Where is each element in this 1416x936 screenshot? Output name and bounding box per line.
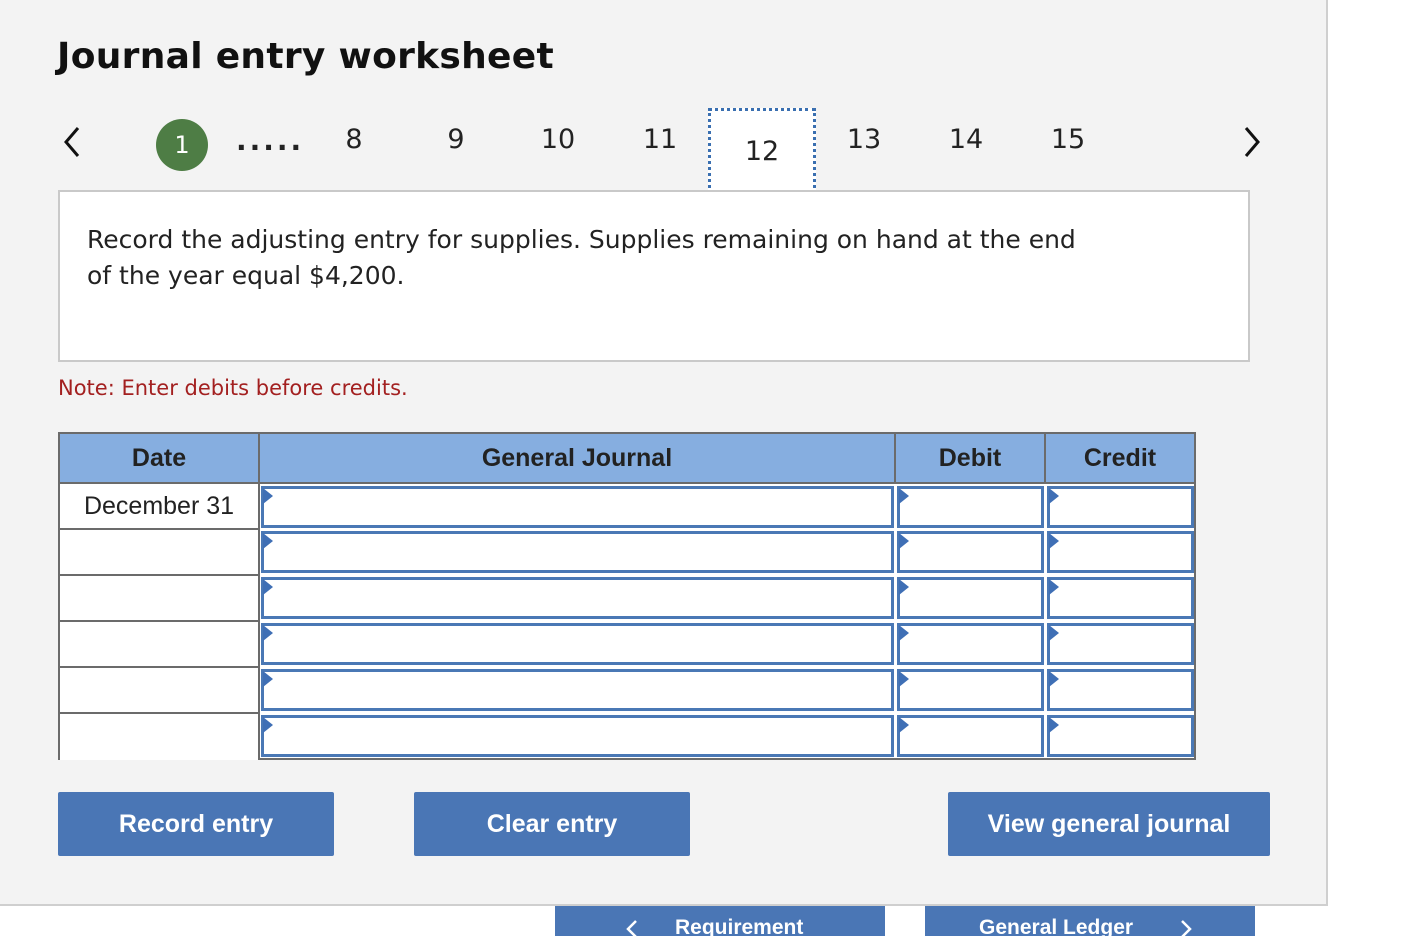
- step-10[interactable]: 10: [528, 124, 588, 155]
- dropdown-marker-icon: [1049, 533, 1059, 549]
- view-general-journal-button[interactable]: View general journal: [948, 792, 1270, 856]
- question-box: Record the adjusting entry for supplies.…: [58, 190, 1250, 362]
- dropdown-marker-icon: [263, 625, 273, 641]
- step-11[interactable]: 11: [630, 124, 690, 155]
- dropdown-marker-icon: [899, 717, 909, 733]
- clear-entry-button[interactable]: Clear entry: [414, 792, 690, 856]
- dropdown-marker-icon: [263, 488, 273, 504]
- debit-input-row3[interactable]: [897, 577, 1044, 619]
- dropdown-marker-icon: [1049, 717, 1059, 733]
- date-cell-row1[interactable]: December 31: [60, 484, 260, 530]
- date-cell-row5[interactable]: [60, 668, 260, 714]
- header-general-journal: General Journal: [260, 434, 896, 484]
- page-title: Journal entry worksheet: [57, 36, 554, 77]
- dropdown-marker-icon: [899, 488, 909, 504]
- step-8[interactable]: 8: [324, 124, 384, 155]
- general-ledger-label: General Ledger: [979, 916, 1134, 936]
- debit-input-row4[interactable]: [897, 623, 1044, 665]
- journal-table: Date General Journal Debit Credit Decemb…: [58, 432, 1196, 760]
- date-cell-row2[interactable]: [60, 530, 260, 576]
- credit-input-row4[interactable]: [1047, 623, 1194, 665]
- step-1-badge[interactable]: 1: [156, 119, 208, 171]
- credit-input-row2[interactable]: [1047, 531, 1194, 573]
- date-cell-row6[interactable]: [60, 714, 260, 760]
- dropdown-marker-icon: [899, 625, 909, 641]
- record-entry-button[interactable]: Record entry: [58, 792, 334, 856]
- credit-input-row1[interactable]: [1047, 486, 1194, 528]
- dropdown-marker-icon: [1049, 579, 1059, 595]
- question-text-line1: Record the adjusting entry for supplies.…: [87, 225, 1076, 254]
- account-input-row2[interactable]: [261, 531, 894, 573]
- date-cell-row4[interactable]: [60, 622, 260, 668]
- dropdown-marker-icon: [263, 717, 273, 733]
- dropdown-marker-icon: [1049, 671, 1059, 687]
- header-credit: Credit: [1046, 434, 1194, 484]
- dropdown-marker-icon: [1049, 625, 1059, 641]
- header-date: Date: [60, 434, 260, 484]
- prev-arrow-icon[interactable]: [56, 122, 92, 162]
- chevron-left-icon: [626, 920, 637, 936]
- debit-input-row5[interactable]: [897, 669, 1044, 711]
- date-cell-row3[interactable]: [60, 576, 260, 622]
- step-9[interactable]: 9: [426, 124, 486, 155]
- account-input-row4[interactable]: [261, 623, 894, 665]
- credit-input-row5[interactable]: [1047, 669, 1194, 711]
- dropdown-marker-icon: [899, 533, 909, 549]
- dropdown-marker-icon: [263, 671, 273, 687]
- general-ledger-nav-button[interactable]: General Ledger: [925, 906, 1255, 936]
- credit-input-row6[interactable]: [1047, 715, 1194, 757]
- chevron-right-icon: [1181, 920, 1192, 936]
- header-debit: Debit: [896, 434, 1046, 484]
- debit-input-row1[interactable]: [897, 486, 1044, 528]
- dropdown-marker-icon: [1049, 488, 1059, 504]
- credit-input-row3[interactable]: [1047, 577, 1194, 619]
- dropdown-marker-icon: [899, 671, 909, 687]
- next-arrow-icon[interactable]: [1234, 122, 1270, 162]
- account-input-row5[interactable]: [261, 669, 894, 711]
- step-12-current[interactable]: 12: [708, 108, 816, 194]
- account-input-row6[interactable]: [261, 715, 894, 757]
- dropdown-marker-icon: [263, 579, 273, 595]
- dropdown-marker-icon: [263, 533, 273, 549]
- dropdown-marker-icon: [899, 579, 909, 595]
- debit-input-row6[interactable]: [897, 715, 1044, 757]
- requirement-label: Requirement: [675, 916, 804, 936]
- step-14[interactable]: 14: [936, 124, 996, 155]
- step-13[interactable]: 13: [834, 124, 894, 155]
- question-text-line2: of the year equal $4,200.: [87, 261, 405, 290]
- account-input-row1[interactable]: [261, 486, 894, 528]
- debit-credit-note: Note: Enter debits before credits.: [58, 376, 408, 400]
- step-15[interactable]: 15: [1038, 124, 1098, 155]
- account-input-row3[interactable]: [261, 577, 894, 619]
- requirement-nav-button[interactable]: Requirement: [555, 906, 885, 936]
- pager-ellipsis: .....: [236, 124, 305, 157]
- debit-input-row2[interactable]: [897, 531, 1044, 573]
